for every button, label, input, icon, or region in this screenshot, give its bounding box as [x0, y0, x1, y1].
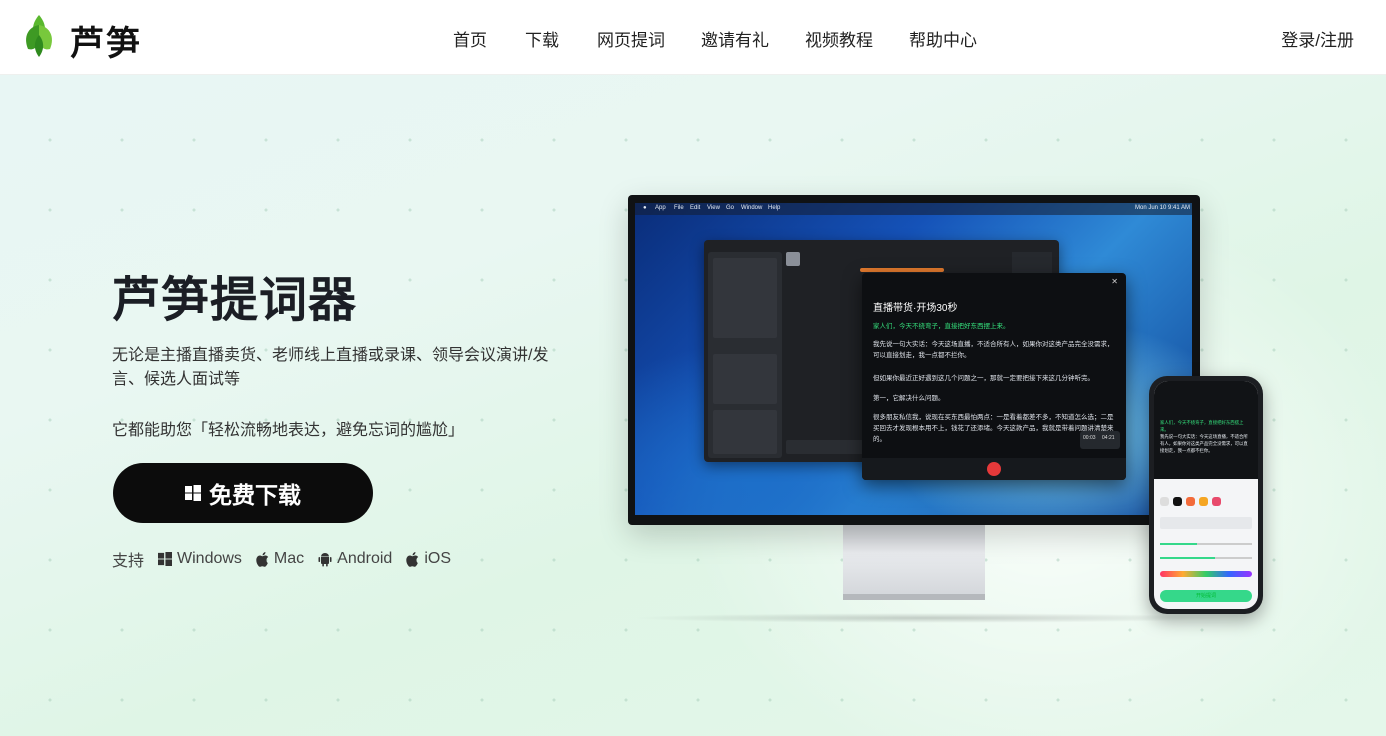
menubar-window: Window: [741, 205, 763, 211]
login-register-link[interactable]: 登录/注册: [1281, 26, 1354, 51]
platform-android-label: Android: [337, 550, 393, 567]
desktop-monitor-mockup: ● App File Edit View Go Window Help Mon …: [628, 195, 1200, 525]
monitor-screen: ● App File Edit View Go Window Help Mon …: [635, 203, 1192, 515]
nav-download[interactable]: 下载: [525, 26, 559, 51]
download-button-label: 免费下载: [209, 483, 301, 509]
platform-ios-label: iOS: [424, 550, 451, 567]
menubar-view: View: [707, 205, 720, 211]
nav-help-center[interactable]: 帮助中心: [909, 26, 977, 51]
nav-web-prompter[interactable]: 网页提词: [597, 26, 665, 51]
prompter-control-bar: [862, 458, 1126, 480]
platform-ios: iOS: [406, 550, 451, 568]
menubar-go: Go: [726, 205, 735, 211]
hero-section: 芦笋提词器 无论是主播直播卖货、老师线上直播或录课、领导会议演讲/发言、候选人面…: [0, 75, 1386, 736]
close-icon[interactable]: ✕: [1111, 277, 1118, 286]
nav-home[interactable]: 首页: [453, 26, 487, 51]
mac-menubar: ● App File Edit View Go Window Help Mon …: [635, 203, 1192, 215]
record-button[interactable]: [987, 462, 1001, 476]
windows-icon: [158, 552, 173, 566]
menubar-clock: Mon Jun 10 9:41 AM: [1135, 205, 1191, 211]
apple-menu-icon: ●: [643, 205, 647, 211]
app-sidebar: [708, 252, 782, 458]
hero-description: 无论是主播直播卖货、老师线上直播或录课、领导会议演讲/发言、候选人面试等: [112, 347, 549, 388]
platform-android: Android: [318, 550, 392, 568]
monitor-shadow: [630, 613, 1230, 623]
prompter-line-4: 第一，它解决什么问题。: [873, 395, 945, 402]
teleprompter-window: ✕ 直播带货·开场30秒 家人们，今天不绕弯子，直接把好东西摆上来。 我先说一句…: [862, 273, 1126, 480]
site-header: 芦笋 首页 下载 网页提词 邀请有礼 视频教程 帮助中心 登录/注册: [0, 0, 1386, 75]
prompter-line-1: 家人们，今天不绕弯子，直接把好东西摆上来。: [873, 323, 1010, 330]
platform-mac-label: Mac: [273, 550, 305, 567]
platform-windows-label: Windows: [177, 550, 242, 567]
menubar-app: App: [655, 205, 666, 211]
main-nav: 首页 下载 网页提词 邀请有礼 视频教程 帮助中心: [0, 26, 1386, 51]
hero-title: 芦笋提词器: [112, 272, 358, 328]
nav-invite[interactable]: 邀请有礼: [701, 26, 769, 51]
phone-screen: 家人们，今天不绕弯子，直接把好东西摆上来。 我先说一句大实话：今天这场直播，不适…: [1154, 381, 1258, 609]
phone-script-line-1: 家人们，今天不绕弯子，直接把好东西摆上来。: [1160, 420, 1244, 432]
phone-start-button[interactable]: 开始提词: [1160, 590, 1252, 602]
nav-video-tutorial[interactable]: 视频教程: [805, 26, 873, 51]
platform-mac: Mac: [256, 550, 304, 568]
apple-icon: [256, 551, 269, 567]
window-accent: [860, 268, 944, 272]
menubar-edit: Edit: [690, 205, 701, 211]
phone-script-line-2: 我先说一句大实话：今天这场直播，不适合所有人，如果你对这类产品完全没需求，可以直…: [1160, 434, 1248, 453]
prompter-timer-total: 04:21: [1102, 435, 1115, 441]
phone-mockup: 家人们，今天不绕弯子，直接把好东西摆上来。 我先说一句大实话：今天这场直播，不适…: [1149, 376, 1263, 614]
free-download-button[interactable]: 免费下载: [113, 463, 373, 523]
platform-windows: Windows: [158, 550, 242, 568]
prompter-timer-elapsed: 00:03: [1083, 435, 1096, 441]
monitor-stand: [843, 525, 985, 595]
prompter-line-3: 但如果你最近正好遇到这几个问题之一，那就一定要把接下来这几分钟听完。: [873, 375, 1094, 382]
phone-prompter-area: 家人们，今天不绕弯子，直接把好东西摆上来。 我先说一句大实话：今天这场直播，不适…: [1154, 381, 1258, 479]
support-label: 支持: [112, 553, 145, 570]
prompter-line-2: 我先说一句大实话：今天这场直播，不适合所有人，如果你对这类产品完全没需求，可以直…: [873, 341, 1114, 359]
menubar-help: Help: [768, 205, 781, 211]
android-icon: [318, 552, 332, 566]
monitor-stand-base: [843, 594, 985, 600]
apple-icon: [406, 551, 419, 567]
windows-icon: [185, 485, 201, 501]
hero-tagline: 它都能助您「轻松流畅地表达，避免忘词的尴尬」: [112, 422, 465, 439]
prompter-title: 直播带货·开场30秒: [873, 303, 958, 314]
menubar-file: File: [674, 205, 684, 211]
platform-support: 支持 Windows Mac Android iOS: [112, 549, 451, 570]
